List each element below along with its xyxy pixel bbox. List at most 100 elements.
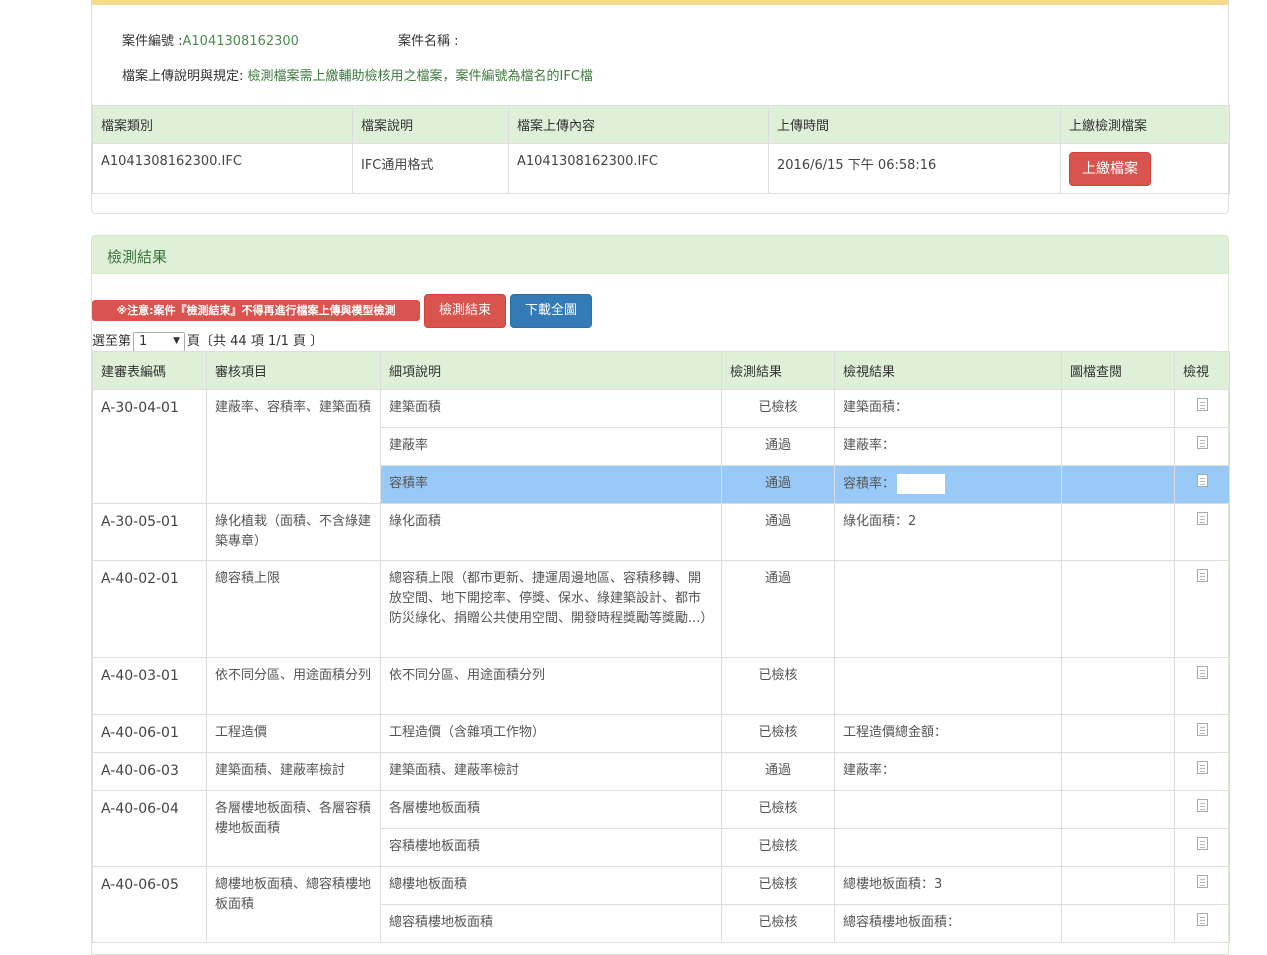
row-image bbox=[1061, 465, 1175, 504]
row-image bbox=[1061, 714, 1175, 753]
row-view-action[interactable] bbox=[1174, 790, 1230, 829]
row-view-action[interactable] bbox=[1174, 866, 1230, 905]
row-view-action[interactable] bbox=[1174, 904, 1230, 943]
row-view: 建蔽率： bbox=[834, 752, 1062, 791]
results-col-header: 檢視結果 bbox=[834, 351, 1062, 390]
page-select-value: 1 bbox=[139, 333, 148, 349]
file-col-header: 檔案類別 bbox=[92, 105, 353, 144]
row-code: A-30-05-01 bbox=[92, 503, 207, 561]
row-view-action[interactable] bbox=[1174, 503, 1230, 561]
row-image bbox=[1061, 560, 1175, 658]
results-table: 建審表編碼 審核項目 細項說明 檢測結果 檢視結果 圖檔查閱 檢視 A-30-0… bbox=[92, 351, 1230, 943]
results-col-header: 檢視 bbox=[1174, 351, 1230, 390]
document-icon[interactable] bbox=[1196, 875, 1208, 888]
row-view: 總容積樓地板面積： bbox=[834, 904, 1062, 943]
row-image bbox=[1061, 503, 1175, 561]
dropdown-arrow-icon: ▼ bbox=[173, 335, 181, 346]
row-code: A-40-06-01 bbox=[92, 714, 207, 753]
document-icon[interactable] bbox=[1196, 723, 1208, 736]
pager: 選至第 1 ▼ 頁〔共 44 項 1/1 頁 〕 bbox=[92, 330, 323, 352]
row-view: 工程造價總金額： bbox=[834, 714, 1062, 753]
row-view-action[interactable] bbox=[1174, 752, 1230, 791]
row-result: 已檢核 bbox=[721, 790, 835, 829]
upload-file-button[interactable]: 上繳檔案 bbox=[1069, 152, 1151, 186]
file-category: A1041308162300.IFC bbox=[92, 143, 353, 194]
file-table: 檔案類別 檔案說明 檔案上傳內容 上傳時間 上繳檢測檔案 A1041308162… bbox=[92, 105, 1230, 194]
results-panel-header bbox=[92, 236, 1228, 274]
row-result: 已檢核 bbox=[721, 828, 835, 867]
row-result: 通過 bbox=[721, 752, 835, 791]
download-all-button[interactable]: 下載全圖 bbox=[510, 294, 592, 328]
table-row: A-40-06-04 各層樓地板面積、各層容積樓地板面積 各層樓地板面積 已檢核 bbox=[92, 790, 1230, 867]
row-view-action[interactable] bbox=[1174, 560, 1230, 658]
row-view: 建築面積： bbox=[834, 389, 1062, 428]
row-view-action[interactable] bbox=[1174, 389, 1230, 428]
row-view bbox=[834, 657, 1062, 715]
table-row: A-40-03-01 依不同分區、用途面積分列 依不同分區、用途面積分列 已檢核 bbox=[92, 657, 1230, 715]
document-icon[interactable] bbox=[1196, 398, 1208, 411]
file-upload-cell: 上繳檔案 bbox=[1060, 143, 1230, 194]
row-detail: 建築面積、建蔽率檢討 bbox=[380, 752, 722, 791]
row-image bbox=[1061, 790, 1175, 829]
row-view-action[interactable] bbox=[1174, 427, 1230, 466]
file-col-header: 檔案說明 bbox=[352, 105, 509, 144]
document-icon[interactable] bbox=[1196, 512, 1208, 525]
table-row: A-40-06-05 總樓地板面積、總容積樓地板面積 總樓地板面積 已檢核 總樓… bbox=[92, 866, 1230, 943]
end-inspection-button[interactable]: 檢測結束 bbox=[424, 294, 506, 328]
row-image bbox=[1061, 866, 1175, 905]
document-icon[interactable] bbox=[1196, 913, 1208, 926]
page-select[interactable]: 1 ▼ bbox=[133, 331, 186, 352]
file-upload-time: 2016/6/15 下午 06:58:16 bbox=[768, 143, 1061, 194]
document-icon[interactable] bbox=[1196, 436, 1208, 449]
row-detail: 總樓地板面積 bbox=[380, 866, 722, 905]
results-col-header: 建審表編碼 bbox=[92, 351, 207, 390]
file-col-header: 檔案上傳內容 bbox=[508, 105, 769, 144]
row-code: A-40-02-01 bbox=[92, 560, 207, 658]
row-view bbox=[834, 560, 1062, 658]
redaction-mask bbox=[897, 474, 946, 494]
row-view-text: 容積率： bbox=[843, 476, 896, 492]
pager-prefix: 選至第 bbox=[92, 334, 132, 349]
row-result: 已檢核 bbox=[721, 904, 835, 943]
row-view: 容積率： bbox=[834, 465, 1062, 504]
row-view bbox=[834, 828, 1062, 867]
row-detail: 建蔽率 bbox=[380, 427, 722, 466]
row-detail: 各層樓地板面積 bbox=[380, 790, 722, 829]
row-detail: 綠化面積 bbox=[380, 503, 722, 561]
row-item: 工程造價 bbox=[206, 714, 381, 753]
document-icon[interactable] bbox=[1196, 761, 1208, 774]
file-content: A1041308162300.IFC bbox=[508, 143, 769, 194]
upload-rule-label: 檔案上傳說明與規定: bbox=[122, 69, 244, 84]
row-view-action[interactable] bbox=[1174, 657, 1230, 715]
row-detail: 工程造價（含雜項工作物） bbox=[380, 714, 722, 753]
row-view: 建蔽率： bbox=[834, 427, 1062, 466]
row-image bbox=[1061, 389, 1175, 428]
file-col-header: 上傳時間 bbox=[768, 105, 1061, 144]
document-icon[interactable] bbox=[1196, 569, 1208, 582]
row-view-action[interactable] bbox=[1174, 714, 1230, 753]
row-code: A-40-06-04 bbox=[92, 790, 207, 867]
row-result: 已檢核 bbox=[721, 866, 835, 905]
case-name-label: 案件名稱 : bbox=[398, 34, 459, 49]
document-icon[interactable] bbox=[1196, 837, 1208, 850]
row-item: 依不同分區、用途面積分列 bbox=[206, 657, 381, 715]
row-result: 已檢核 bbox=[721, 714, 835, 753]
results-col-header: 檢測結果 bbox=[721, 351, 835, 390]
table-row: A-40-02-01 總容積上限 總容積上限（都市更新、捷運周邊地區、容積移轉、… bbox=[92, 560, 1230, 658]
results-col-header: 細項說明 bbox=[380, 351, 722, 390]
row-view-action[interactable] bbox=[1174, 828, 1230, 867]
row-item: 綠化植栽（面積、不含綠建築專章） bbox=[206, 503, 381, 561]
document-icon[interactable] bbox=[1196, 799, 1208, 812]
table-row: A-30-04-01 建蔽率、容積率、建築面積 建築面積 已檢核 建築面積： bbox=[92, 389, 1230, 504]
row-item: 總容積上限 bbox=[206, 560, 381, 658]
row-view bbox=[834, 790, 1062, 829]
row-view-action[interactable] bbox=[1174, 465, 1230, 504]
case-number-value: A1041308162300 bbox=[182, 34, 299, 49]
case-number: 案件編號 :A1041308162300 bbox=[122, 30, 299, 49]
row-code: A-40-06-03 bbox=[92, 752, 207, 791]
document-icon[interactable] bbox=[1196, 666, 1208, 679]
row-view: 總樓地板面積：3 bbox=[834, 866, 1062, 905]
document-icon[interactable] bbox=[1196, 474, 1208, 487]
row-result: 通過 bbox=[721, 427, 835, 466]
upload-rule: 檔案上傳說明與規定: 檢測檔案需上繳輔助檢核用之檔案，案件編號為檔名的IFC檔 bbox=[122, 65, 593, 84]
